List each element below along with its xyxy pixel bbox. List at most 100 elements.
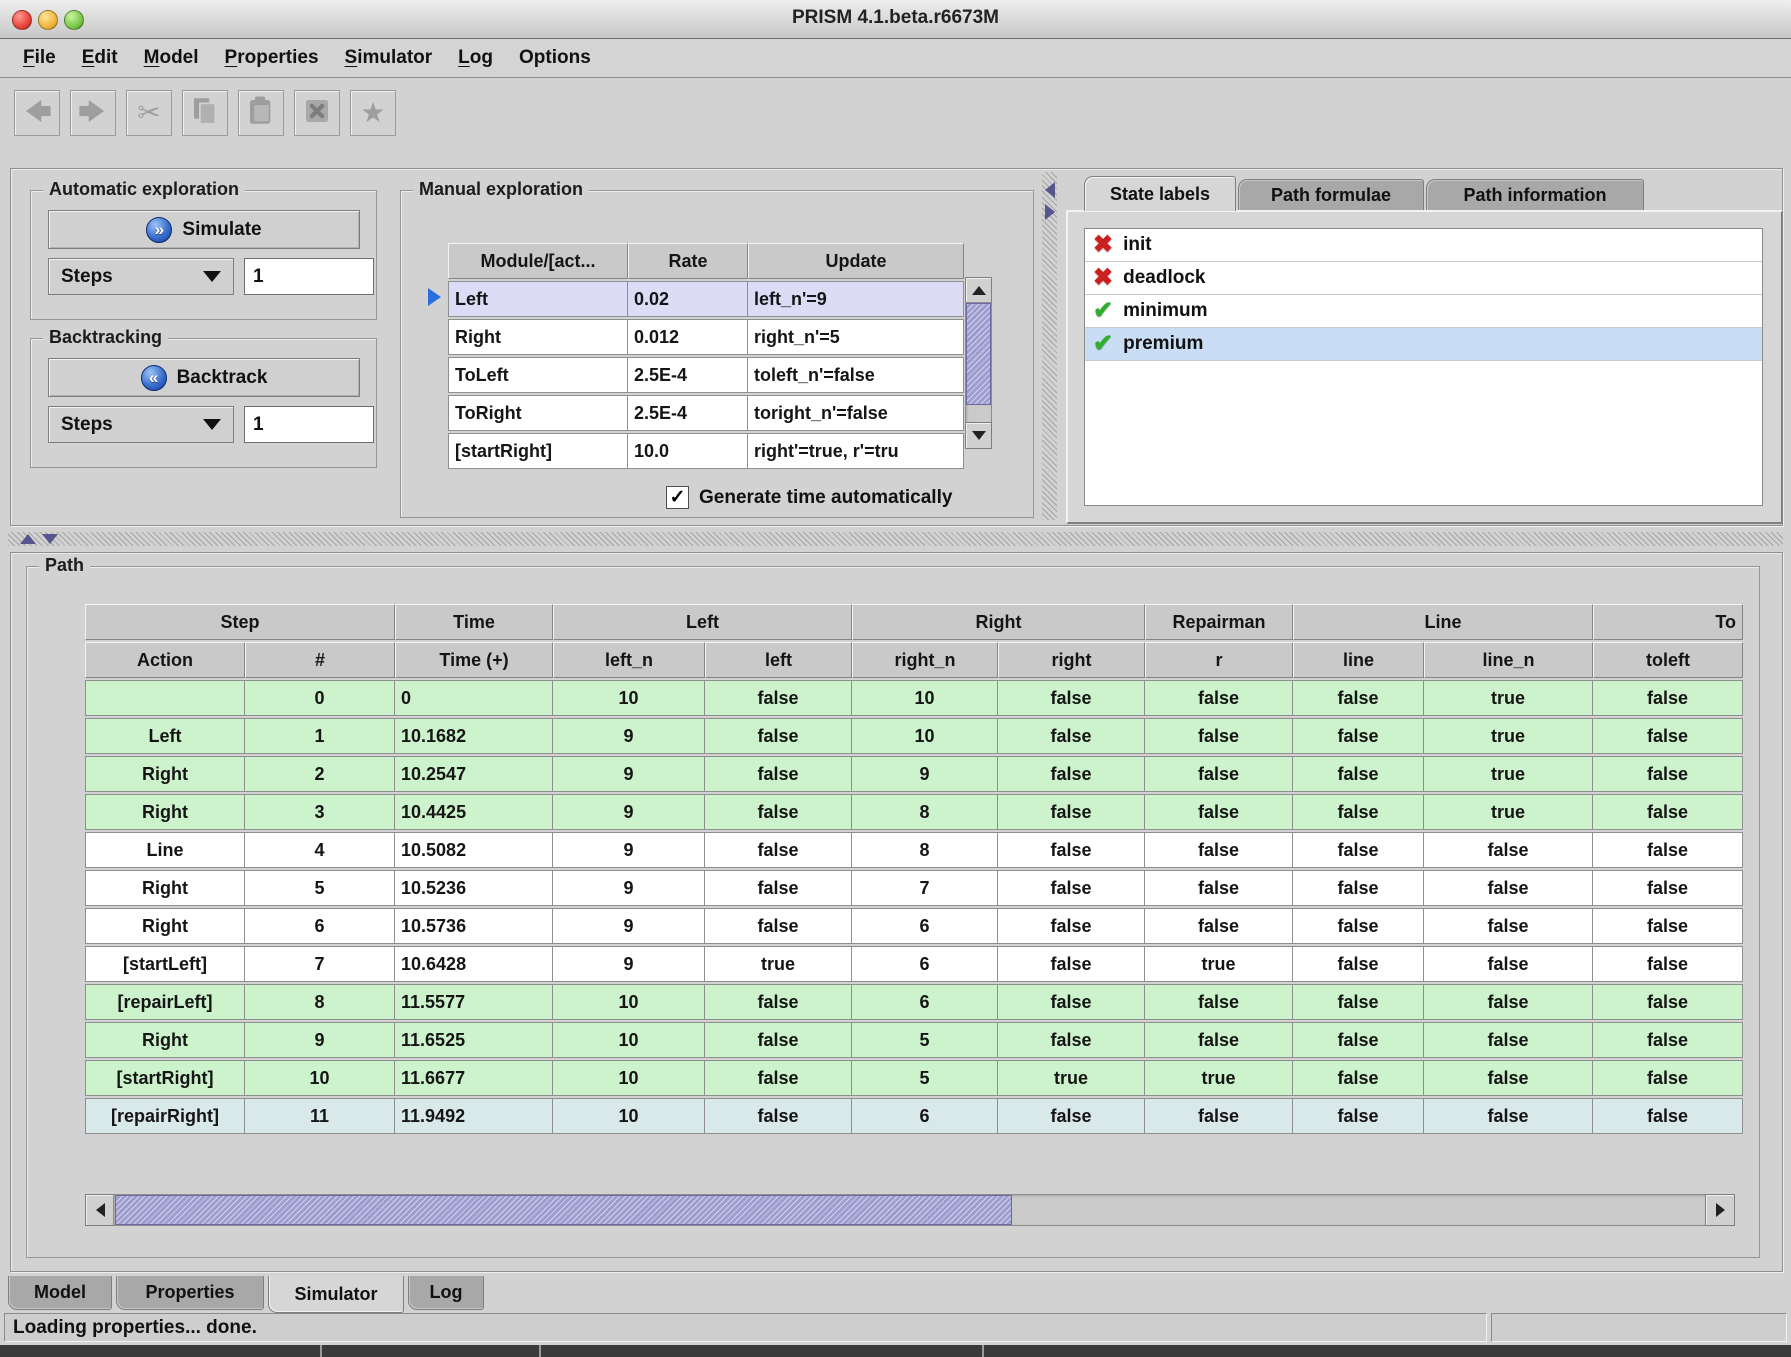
path-row[interactable]: Right510.52369false7falsefalsefalsefalse…: [85, 870, 1743, 906]
simulate-button[interactable]: » Simulate: [48, 210, 360, 249]
menu-model[interactable]: Model: [131, 47, 212, 69]
vertical-splitter[interactable]: [1042, 172, 1057, 520]
cell: toright_n'=false: [748, 395, 964, 431]
star-button[interactable]: ★: [350, 90, 396, 136]
menu-simulator[interactable]: Simulator: [332, 47, 446, 69]
auto-steps-combo[interactable]: Steps: [48, 258, 234, 295]
star-icon: ★: [360, 99, 385, 127]
checkbox-icon[interactable]: ✓: [666, 486, 689, 509]
cell: true: [998, 1060, 1145, 1096]
backtracking-title: Backtracking: [43, 327, 168, 348]
cell: false: [1424, 984, 1593, 1020]
auto-steps-input[interactable]: 1: [244, 258, 374, 295]
tab-properties[interactable]: Properties: [116, 1276, 264, 1310]
cell: false: [1593, 1022, 1743, 1058]
cell: 11.5577: [395, 984, 553, 1020]
cell: 5: [245, 870, 395, 906]
auto-steps-value: 1: [253, 266, 264, 288]
paste-button[interactable]: [238, 90, 284, 136]
cell: false: [1145, 908, 1293, 944]
cell: [startLeft]: [85, 946, 245, 982]
path-row[interactable]: Right210.25479false9falsefalsefalsetruef…: [85, 756, 1743, 792]
chevron-down-icon: [203, 419, 221, 430]
path-row[interactable]: [repairRight]1111.949210false6falsefalse…: [85, 1098, 1743, 1134]
cell: 11.6677: [395, 1060, 553, 1096]
manual-table-row[interactable]: Right0.012right_n'=5: [448, 319, 964, 355]
manual-table-row[interactable]: Left0.02left_n'=9: [448, 281, 964, 317]
menu-properties[interactable]: Properties: [212, 47, 332, 69]
cell: 10: [245, 1060, 395, 1096]
cell: 0.012: [628, 319, 748, 355]
tab-simulator[interactable]: Simulator: [268, 1276, 404, 1313]
path-row[interactable]: Right610.57369false6falsefalsefalsefalse…: [85, 908, 1743, 944]
horizontal-splitter[interactable]: [8, 532, 1783, 546]
path-row[interactable]: Right911.652510false5falsefalsefalsefals…: [85, 1022, 1743, 1058]
state-label-item[interactable]: ✖deadlock: [1085, 262, 1762, 295]
menu-edit[interactable]: Edit: [69, 47, 131, 69]
cell: false: [998, 794, 1145, 830]
tab-path-formulae[interactable]: Path formulae: [1238, 179, 1424, 211]
tab-model[interactable]: Model: [8, 1276, 112, 1310]
manual-table-row[interactable]: ToRight2.5E-4toright_n'=false: [448, 395, 964, 431]
manual-table-row[interactable]: [startRight]10.0right'=true, r'=tru: [448, 433, 964, 469]
cell: true: [1424, 718, 1593, 754]
state-labels-panel: ✖init✖deadlock✔minimum✔premium: [1066, 210, 1783, 524]
scroll-right-button[interactable]: [1705, 1194, 1735, 1226]
cell: 8: [245, 984, 395, 1020]
cell: false: [705, 870, 852, 906]
cell: false: [705, 1022, 852, 1058]
copy-button[interactable]: [182, 90, 228, 136]
column-header: right: [998, 642, 1145, 678]
menu-file[interactable]: File: [10, 47, 69, 69]
cell: 9: [553, 718, 705, 754]
collapse-down-icon[interactable]: [42, 534, 58, 544]
cell: 10.5236: [395, 870, 553, 906]
path-row[interactable]: Line410.50829false8falsefalsefalsefalsef…: [85, 832, 1743, 868]
redo-arrow-button[interactable]: [70, 90, 116, 136]
scroll-down-button[interactable]: [965, 422, 992, 449]
path-row[interactable]: Right310.44259false8falsefalsefalsetruef…: [85, 794, 1743, 830]
scroll-left-button[interactable]: [85, 1194, 115, 1226]
scroll-up-button[interactable]: [965, 277, 992, 304]
tab-state-labels[interactable]: State labels: [1084, 176, 1236, 211]
automatic-exploration-title: Automatic exploration: [43, 179, 245, 200]
cell: 2.5E-4: [628, 357, 748, 393]
menu-log[interactable]: Log: [445, 47, 506, 69]
path-row[interactable]: 0010false10falsefalsefalsetruefalse: [85, 680, 1743, 716]
column-header: line: [1293, 642, 1424, 678]
cell: false: [1593, 1060, 1743, 1096]
delete-button[interactable]: [294, 90, 340, 136]
cell: false: [1145, 756, 1293, 792]
path-row[interactable]: Left110.16829false10falsefalsefalsetruef…: [85, 718, 1743, 754]
path-row[interactable]: [startLeft]710.64289true6falsetruefalsef…: [85, 946, 1743, 982]
generate-time-checkbox[interactable]: ✓ Generate time automatically: [666, 486, 952, 509]
cell: false: [1593, 984, 1743, 1020]
menu-options[interactable]: Options: [506, 47, 604, 69]
manual-table-row[interactable]: ToLeft2.5E-4toleft_n'=false: [448, 357, 964, 393]
tab-log[interactable]: Log: [408, 1276, 484, 1310]
state-label-item[interactable]: ✔minimum: [1085, 295, 1762, 328]
state-label-item[interactable]: ✔premium: [1085, 328, 1762, 361]
cell: ToRight: [448, 395, 628, 431]
cell: 11.9492: [395, 1098, 553, 1134]
cell: Right: [85, 870, 245, 906]
cut-button[interactable]: ✂: [126, 90, 172, 136]
cell: 10.2547: [395, 756, 553, 792]
tab-path-information[interactable]: Path information: [1426, 179, 1644, 211]
undo-arrow-button[interactable]: [14, 90, 60, 136]
path-row[interactable]: [startRight]1011.667710false5truetruefal…: [85, 1060, 1743, 1096]
backtrack-steps-combo[interactable]: Steps: [48, 406, 234, 443]
cell: true: [1424, 680, 1593, 716]
path-row[interactable]: [repairLeft]811.557710false6falsefalsefa…: [85, 984, 1743, 1020]
collapse-left-icon[interactable]: [1045, 182, 1055, 198]
backtrack-button[interactable]: « Backtrack: [48, 358, 360, 397]
path-scrollbar-thumb[interactable]: [115, 1195, 1012, 1225]
collapse-right-icon[interactable]: [1045, 204, 1055, 220]
manual-scrollbar-thumb[interactable]: [966, 303, 991, 405]
state-label-item[interactable]: ✖init: [1085, 229, 1762, 262]
chevron-down-icon: [203, 271, 221, 282]
collapse-up-icon[interactable]: [20, 534, 36, 544]
backtrack-steps-input[interactable]: 1: [244, 406, 374, 443]
title-bar[interactable]: PRISM 4.1.beta.r6673M: [0, 0, 1791, 39]
cell: 10: [553, 1022, 705, 1058]
